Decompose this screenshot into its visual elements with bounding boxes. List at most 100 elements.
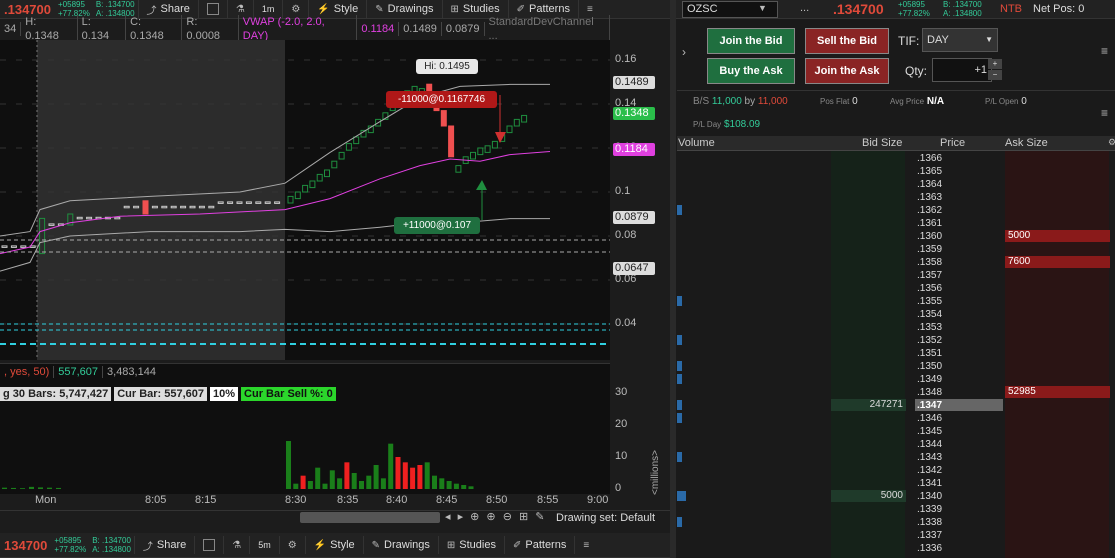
settings-button-bottom[interactable]: ⚙ <box>278 536 305 554</box>
ladder-price[interactable]: .1350 <box>917 360 997 373</box>
ladder-price[interactable]: .1356 <box>917 282 997 295</box>
ladder-row[interactable]: .1355 <box>677 295 1115 308</box>
ladder-row[interactable]: .1362 <box>677 204 1115 217</box>
collapse-arrow-icon[interactable]: › <box>682 45 686 59</box>
qty-input[interactable]: +1 <box>932 58 992 82</box>
timeframe-button-bottom[interactable]: 5m <box>249 536 279 554</box>
drawings-button[interactable]: ✎ Drawings <box>366 0 441 18</box>
ladder-price[interactable]: .1364 <box>917 178 997 191</box>
bid-size-cell[interactable]: 247271 <box>831 399 906 411</box>
ladder-row[interactable]: .1341 <box>677 477 1115 490</box>
ladder-price[interactable]: .1349 <box>917 373 997 386</box>
ladder-row[interactable]: .1339 <box>677 503 1115 516</box>
drawing-set-label[interactable]: Drawing set: Default <box>556 512 655 524</box>
ladder-row[interactable]: .1343 <box>677 451 1115 464</box>
ladder-price[interactable]: .1359 <box>917 243 997 256</box>
ladder-row[interactable]: .1358 7600 <box>677 256 1115 269</box>
price-chart[interactable] <box>0 40 610 360</box>
ladder-price[interactable]: .1341 <box>917 477 997 490</box>
ladder-row[interactable]: .1354 <box>677 308 1115 321</box>
join-the-ask-button[interactable]: Join the Ask <box>805 58 889 84</box>
share-button-bottom[interactable]: ⤴ Share <box>133 536 194 554</box>
symbol-more[interactable]: ... <box>800 2 809 14</box>
buy-the-ask-button[interactable]: Buy the Ask <box>707 58 795 84</box>
ladder-price[interactable]: .1339 <box>917 503 997 516</box>
study-vwap[interactable]: VWAP (-2.0, 2.0, DAY) <box>239 15 358 43</box>
ladder-price[interactable]: .1355 <box>917 295 997 308</box>
ask-size-cell[interactable]: 52985 <box>1005 386 1110 398</box>
ladder-row[interactable]: .1365 <box>677 165 1115 178</box>
ladder-row[interactable]: .1337 <box>677 529 1115 542</box>
join-the-bid-button[interactable]: Join the Bid <box>707 28 795 54</box>
ladder-price[interactable]: .1351 <box>917 347 997 360</box>
ladder-price[interactable]: .1340 <box>917 490 997 503</box>
qty-increment-button[interactable]: + <box>988 59 1002 69</box>
ladder-price[interactable]: .1353 <box>917 321 997 334</box>
ladder-row[interactable]: .1363 <box>677 191 1115 204</box>
ladder-row[interactable]: .1342 <box>677 464 1115 477</box>
ladder-price[interactable]: .1358 <box>917 256 997 269</box>
ladder-row[interactable]: .1344 <box>677 438 1115 451</box>
ladder-price[interactable]: .1362 <box>917 204 997 217</box>
patterns-button-bottom[interactable]: ✐ Patterns <box>503 536 574 554</box>
scrollbar-thumb[interactable] <box>300 512 440 523</box>
ladder-price[interactable]: .1354 <box>917 308 997 321</box>
symbol-dropdown-icon[interactable]: ▼ <box>758 3 767 13</box>
ladder-row[interactable]: .1359 <box>677 243 1115 256</box>
ladder-price[interactable]: .1365 <box>917 165 997 178</box>
ladder-row[interactable]: .1345 <box>677 425 1115 438</box>
ladder-price[interactable]: .1336 <box>917 542 997 555</box>
ladder-row[interactable]: .1340 5000 <box>677 490 1115 503</box>
ladder-row[interactable]: .1336 <box>677 542 1115 555</box>
ladder-price[interactable]: .1366 <box>917 152 997 165</box>
tif-select[interactable]: DAY ▼ <box>922 28 998 52</box>
ladder-price[interactable]: .1342 <box>917 464 997 477</box>
bid-size-cell[interactable]: 5000 <box>831 490 906 502</box>
header-price[interactable]: Price <box>940 137 965 149</box>
sell-the-bid-button[interactable]: Sell the Bid <box>805 28 889 54</box>
ladder-row[interactable]: .1353 <box>677 321 1115 334</box>
ladder-row[interactable]: .1361 <box>677 217 1115 230</box>
ladder-row[interactable]: .1351 <box>677 347 1115 360</box>
sell-order-label[interactable]: -11000@0.1167746 <box>386 91 497 108</box>
ladder-price[interactable]: .1347 <box>917 399 997 412</box>
style-button-bottom[interactable]: ⚡ Style <box>304 536 363 554</box>
buy-order-label[interactable]: +11000@0.107 <box>394 217 480 234</box>
header-volume[interactable]: Volume <box>678 137 715 149</box>
ladder-row[interactable]: .1357 <box>677 269 1115 282</box>
order-panel-menu-icon[interactable]: ≡ <box>1101 44 1108 58</box>
ladder-price[interactable]: .1348 <box>917 386 997 399</box>
ladder-price[interactable]: .1360 <box>917 230 997 243</box>
ladder-price[interactable]: .1338 <box>917 516 997 529</box>
ladder-row[interactable]: .1360 5000 <box>677 230 1115 243</box>
ladder-row[interactable]: .1352 <box>677 334 1115 347</box>
ladder-row[interactable]: .1338 <box>677 516 1115 529</box>
header-bid-size[interactable]: Bid Size <box>862 137 902 149</box>
ladder-row[interactable]: .1346 <box>677 412 1115 425</box>
ladder-price[interactable]: .1344 <box>917 438 997 451</box>
ladder-price[interactable]: .1343 <box>917 451 997 464</box>
chart-menu-button-bottom[interactable]: ≡ <box>574 536 597 554</box>
ladder-row[interactable]: .1356 <box>677 282 1115 295</box>
ladder-row[interactable]: .1350 <box>677 360 1115 373</box>
ladder-price[interactable]: .1363 <box>917 191 997 204</box>
summary-menu-icon[interactable]: ≡ <box>1101 106 1108 120</box>
ladder-row[interactable]: .1347 247271 <box>677 399 1115 412</box>
zoom-controls[interactable]: ◂ ▸ ⊕ ⊕ ⊖ ⊞ ✎ <box>445 510 546 523</box>
ask-size-cell[interactable]: 7600 <box>1005 256 1110 268</box>
ladder-row[interactable]: .1349 <box>677 373 1115 386</box>
ladder-settings-icon[interactable]: ⚙ <box>1108 137 1115 148</box>
ladder-row[interactable]: .1348 52985 <box>677 386 1115 399</box>
ladder-row[interactable]: .1364 <box>677 178 1115 191</box>
ask-size-cell[interactable]: 5000 <box>1005 230 1110 242</box>
ladder-price[interactable]: .1346 <box>917 412 997 425</box>
header-ask-size[interactable]: Ask Size <box>1005 137 1048 149</box>
ladder-price[interactable]: .1345 <box>917 425 997 438</box>
ladder-price[interactable]: .1337 <box>917 529 997 542</box>
drawings-button-bottom[interactable]: ✎ Drawings <box>362 536 438 554</box>
study-sdc[interactable]: StandardDevChannel ... <box>485 15 611 43</box>
ladder-price[interactable]: .1357 <box>917 269 997 282</box>
qty-decrement-button[interactable]: − <box>988 70 1002 80</box>
watchlist-button-bottom[interactable] <box>194 536 223 554</box>
studies-button-bottom[interactable]: ⊞ Studies <box>437 536 504 554</box>
